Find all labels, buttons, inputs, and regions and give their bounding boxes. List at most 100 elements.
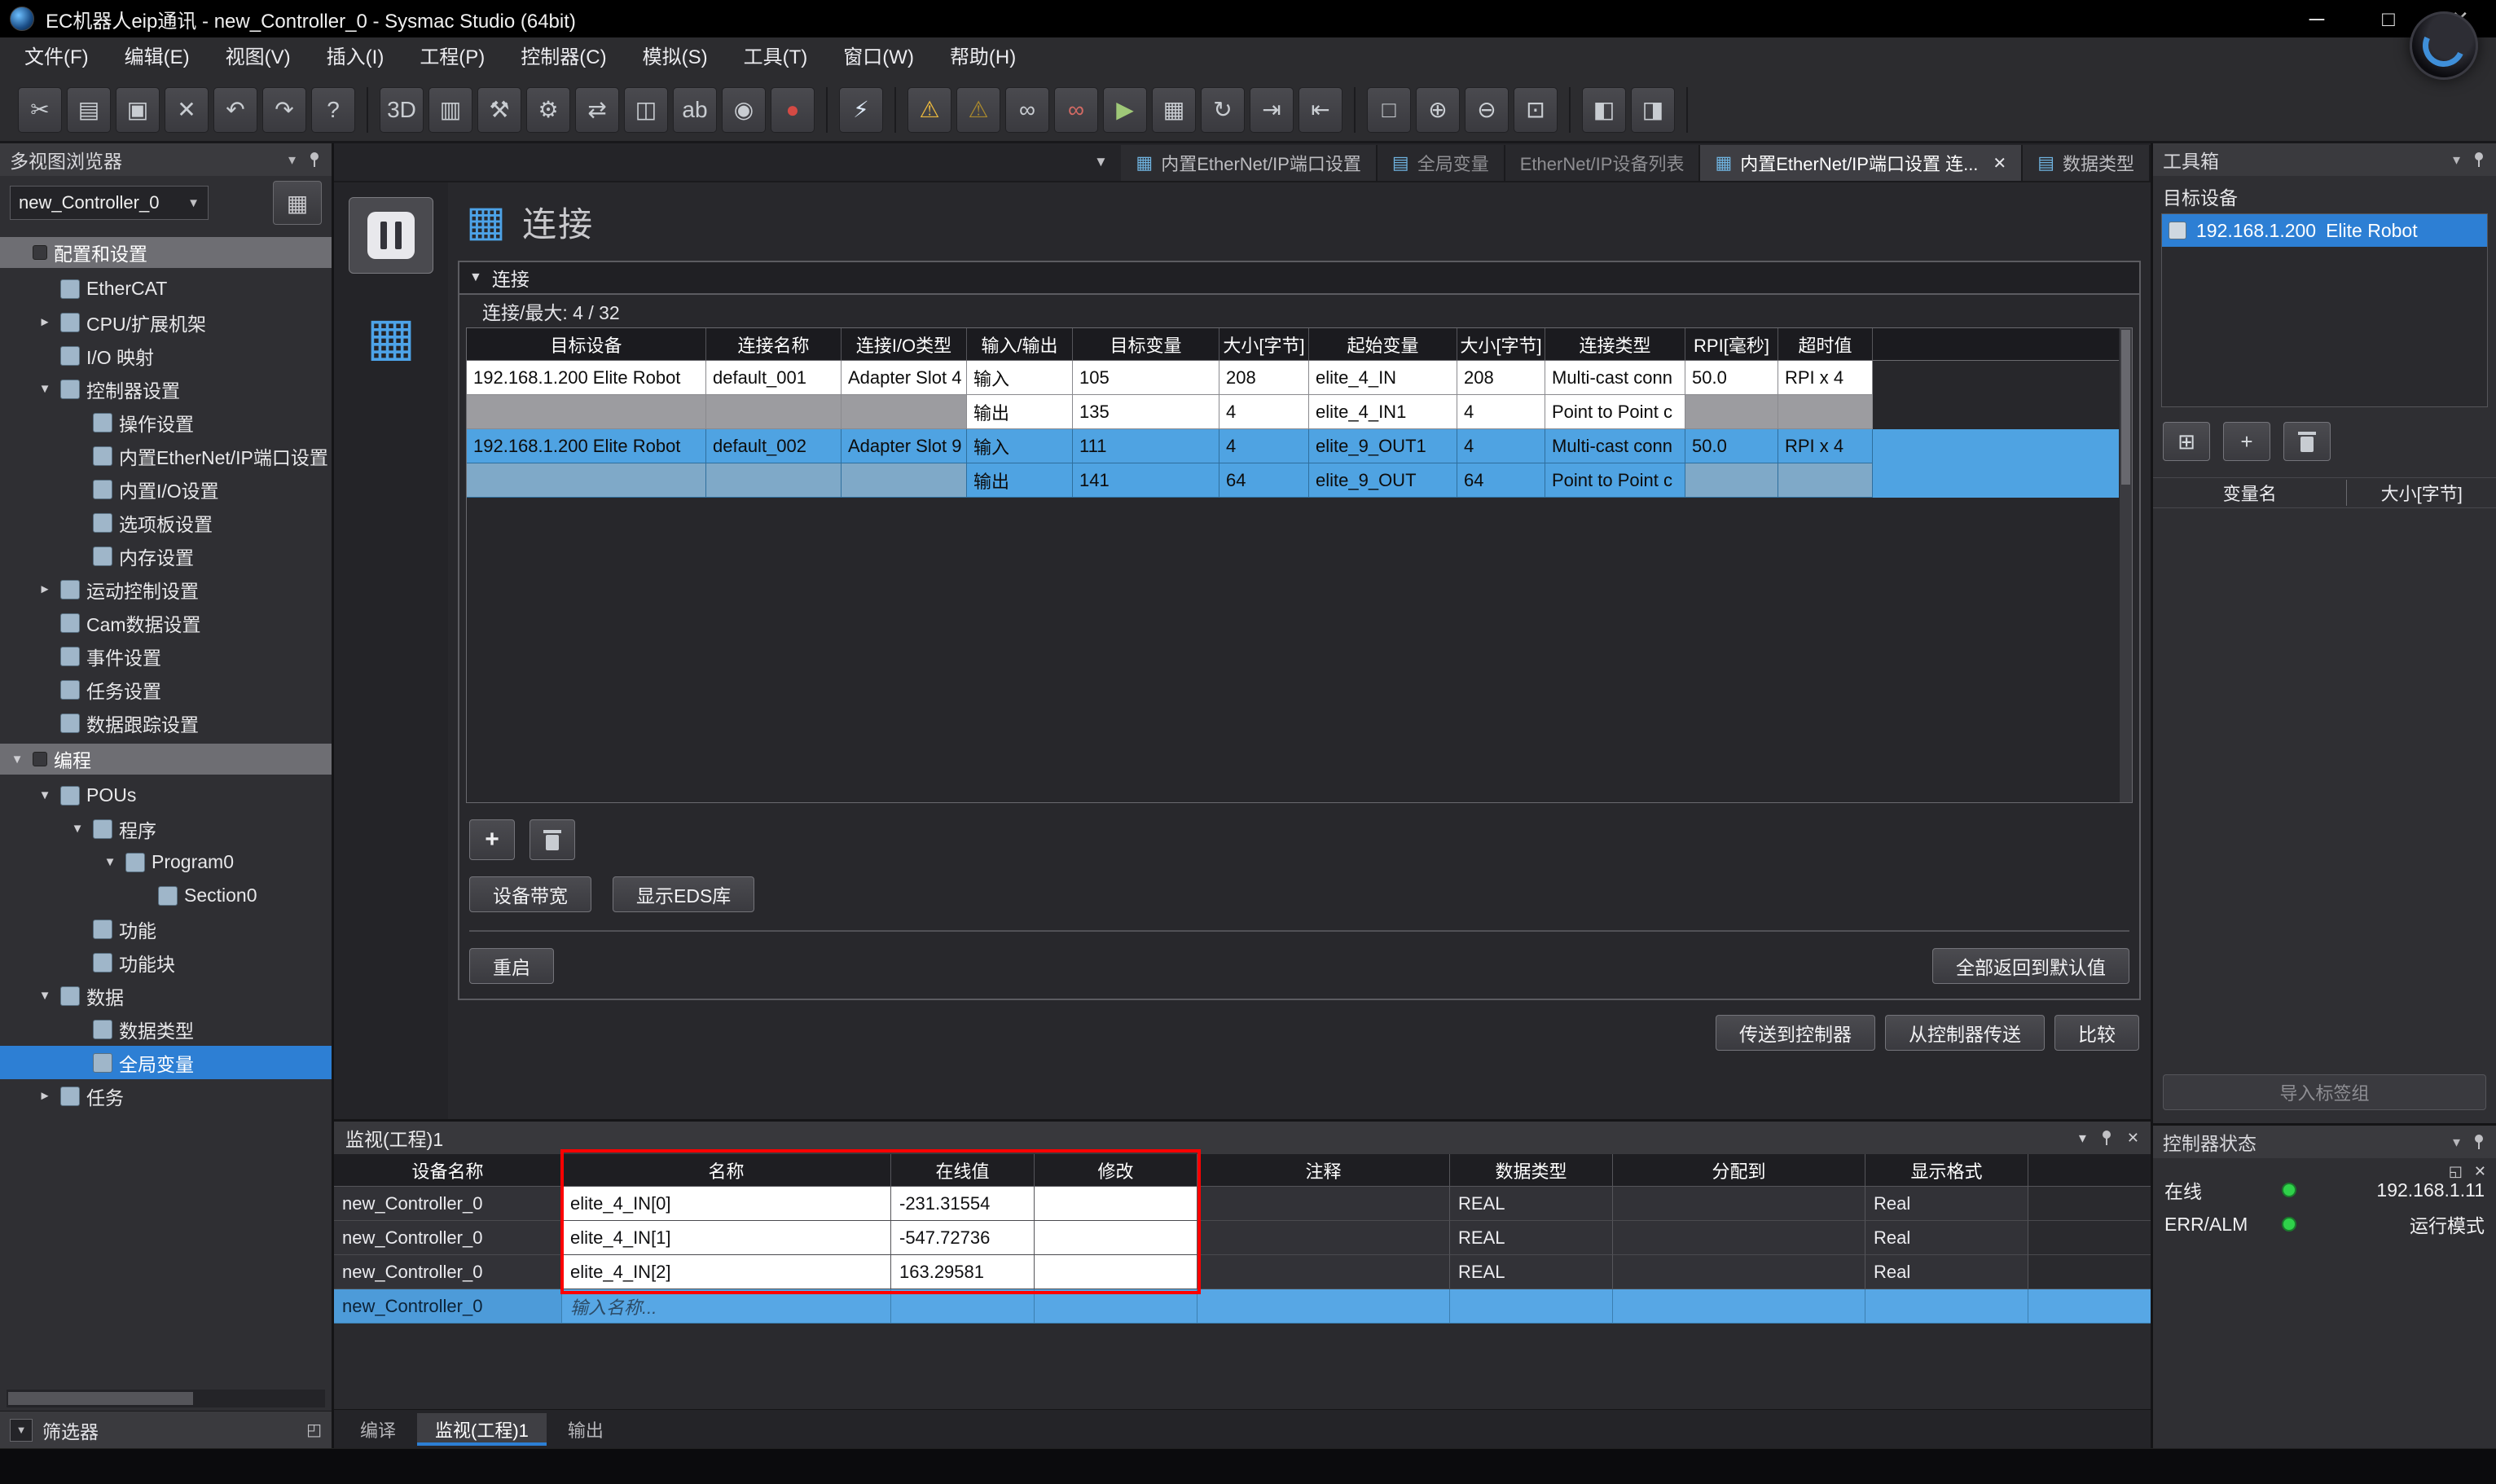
record-icon[interactable]: ● [771, 87, 815, 133]
run-mode-icon[interactable]: ▶ [1103, 87, 1147, 133]
cell-rpi[interactable] [1685, 463, 1778, 498]
zoom-fit-icon[interactable]: ⊡ [1514, 87, 1558, 133]
target-device-item[interactable]: 192.168.1.200 Elite Robot [2162, 214, 2487, 247]
paste-icon[interactable]: ▣ [116, 87, 160, 133]
minimize-button[interactable]: ─ [2281, 0, 2353, 37]
connection-row[interactable]: 输出 135 4 elite_4_IN1 4 Point to Point c [467, 395, 2132, 429]
tree-item-memory-settings[interactable]: 内存设置 [0, 539, 332, 573]
connection-row[interactable]: 192.168.1.200 Elite Robot default_001 Ad… [467, 361, 2132, 395]
tree-item-operation-settings[interactable]: 操作设置 [0, 406, 332, 439]
cell-connection-io-type[interactable]: Adapter Slot 4 [842, 361, 967, 395]
watch-column-header[interactable]: 设备名称 [334, 1154, 562, 1186]
tree-expand-arrow[interactable]: ▼ [68, 822, 86, 836]
connection-column-header[interactable]: 目标变量 [1073, 328, 1219, 360]
tree-item-ethercat[interactable]: EtherCAT [0, 272, 332, 305]
connection-column-header[interactable]: 连接类型 [1545, 328, 1685, 360]
tree-item-data[interactable]: ▼ 数据 [0, 979, 332, 1012]
explorer-horizontal-scrollbar[interactable] [7, 1390, 325, 1407]
zoom-out-icon[interactable]: ⊖ [1465, 87, 1509, 133]
window-split-icon[interactable]: ◨ [1631, 87, 1675, 133]
tree-item-data-types[interactable]: 数据类型 [0, 1012, 332, 1046]
delete-connection-button[interactable] [530, 819, 575, 860]
cell-target-variable[interactable]: 111 [1073, 429, 1219, 463]
watch-column-header[interactable]: 在线值 [891, 1154, 1035, 1186]
cut-icon[interactable]: ✂ [18, 87, 62, 133]
transfer-to-controller-button[interactable]: 传送到控制器 [1716, 1015, 1875, 1051]
warning-disabled-icon[interactable]: ⚠ [956, 87, 1000, 133]
tree-item-function-blocks[interactable]: 功能块 [0, 946, 332, 979]
tree-item-option-board[interactable]: 选项板设置 [0, 506, 332, 539]
cell-origin-variable[interactable]: elite_4_IN1 [1309, 395, 1457, 429]
variable-name-column-header[interactable]: 变量名 [2153, 480, 2347, 506]
cell-target-device[interactable] [467, 395, 706, 429]
tree-item-builtin-io[interactable]: 内置I/O设置 [0, 472, 332, 506]
watch-column-header[interactable]: 注释 [1197, 1154, 1450, 1186]
tree-item-functions[interactable]: 功能 [0, 912, 332, 946]
connection-column-header[interactable]: 连接I/O类型 [842, 328, 967, 360]
watch-cell-name[interactable]: elite_4_IN[1] [562, 1221, 891, 1255]
tree-item-tasks[interactable]: ► 任务 [0, 1079, 332, 1113]
restart-button[interactable]: 重启 [469, 948, 554, 984]
tree-item-builtin-ethernet-ip-port[interactable]: 内置EtherNet/IP端口设置 [0, 439, 332, 472]
tree-expand-arrow[interactable]: ▼ [101, 855, 119, 869]
menu-item[interactable]: 文件(F) [7, 37, 107, 78]
watch-column-header[interactable]: 显示格式 [1865, 1154, 2028, 1186]
download-icon[interactable]: ⇥ [1250, 87, 1294, 133]
watch-column-header[interactable]: 分配到 [1613, 1154, 1865, 1186]
connection-column-header[interactable]: 大小[字节] [1457, 328, 1545, 360]
add-device-button[interactable]: + [2223, 422, 2270, 461]
menu-item[interactable]: 编辑(E) [107, 37, 208, 78]
cell-connection-type[interactable]: Multi-cast conn [1545, 361, 1685, 395]
controller-dropdown[interactable]: new_Controller_0 ▼ [10, 186, 209, 220]
register-device-button[interactable]: ⊞ [2163, 422, 2210, 461]
scrollbar-thumb[interactable] [2121, 330, 2130, 485]
connection-section-header[interactable]: ▼ 连接 [459, 262, 2139, 295]
program-mode-icon[interactable]: ▦ [1152, 87, 1196, 133]
watch-column-header[interactable]: 修改 [1035, 1154, 1197, 1186]
connection-column-header[interactable]: 连接名称 [706, 328, 842, 360]
select-icon[interactable]: □ [1367, 87, 1411, 133]
section-configuration[interactable]: 配置和设置 [0, 237, 332, 268]
watch-cell-format[interactable]: Real [1865, 1255, 2028, 1289]
watch-row[interactable]: new_Controller_0 elite_4_IN[1] -547.7273… [334, 1221, 2151, 1255]
monitor-icon[interactable]: ∞ [1005, 87, 1049, 133]
watch-row[interactable]: new_Controller_0 elite_4_IN[2] 163.29581… [334, 1255, 2151, 1289]
tab-list-dropdown[interactable]: ▼ [1080, 154, 1121, 170]
tree-item-controller-settings[interactable]: ▼ 控制器设置 [0, 372, 332, 406]
cell-origin-variable[interactable]: elite_9_OUT [1309, 463, 1457, 498]
connection-column-header[interactable]: 大小[字节] [1219, 328, 1309, 360]
menu-item[interactable]: 窗口(W) [825, 37, 932, 78]
menu-item[interactable]: 控制器(C) [503, 37, 624, 78]
tree-expand-arrow[interactable]: ► [36, 582, 54, 596]
menu-item[interactable]: 帮助(H) [932, 37, 1034, 78]
cell-origin-variable[interactable]: elite_9_OUT1 [1309, 429, 1457, 463]
table-vertical-scrollbar[interactable] [2119, 328, 2132, 802]
cell-connection-type[interactable]: Point to Point c [1545, 395, 1685, 429]
show-eds-library-button[interactable]: 显示EDS库 [613, 876, 754, 912]
chevron-down-icon[interactable]: ▾ [2079, 1130, 2086, 1147]
tab-builtin-ethernet-ip-port[interactable]: ▦ 内置EtherNet/IP端口设置 [1121, 145, 1378, 181]
import-tag-set-button[interactable]: 导入标签组 [2163, 1074, 2486, 1110]
tab-close-icon[interactable]: ✕ [1993, 153, 2006, 173]
builtin-port-nav-button[interactable] [349, 197, 433, 274]
cell-connection-name[interactable]: default_002 [706, 429, 842, 463]
monitor-stop-icon[interactable]: ∞ [1054, 87, 1098, 133]
watch-cell-modify[interactable] [1035, 1187, 1197, 1221]
delete-device-button[interactable] [2283, 422, 2331, 461]
connection-column-header[interactable]: 输入/输出 [967, 328, 1073, 360]
bottom-tab-build[interactable]: 编译 [342, 1413, 414, 1446]
section-programming[interactable]: ▼ 编程 [0, 744, 332, 775]
cell-target-device[interactable] [467, 463, 706, 498]
cell-rpi[interactable]: 50.0 [1685, 429, 1778, 463]
watch-cell-format[interactable]: Real [1865, 1221, 2028, 1255]
watch-window-icon[interactable]: ◫ [624, 87, 668, 133]
compare-button[interactable]: 比较 [2054, 1015, 2139, 1051]
cell-rpi[interactable] [1685, 395, 1778, 429]
cell-target-device[interactable]: 192.168.1.200 Elite Robot [467, 361, 706, 395]
window-layout-icon[interactable]: ◧ [1582, 87, 1626, 133]
chevron-down-icon[interactable]: ▾ [288, 151, 296, 169]
watch-cell-format[interactable]: Real [1865, 1187, 2028, 1221]
pin-icon[interactable] [2472, 151, 2486, 168]
tab-ethernet-ip-device-list[interactable]: EtherNet/IP设备列表 [1505, 145, 1701, 181]
cell-target-device[interactable]: 192.168.1.200 Elite Robot [467, 429, 706, 463]
